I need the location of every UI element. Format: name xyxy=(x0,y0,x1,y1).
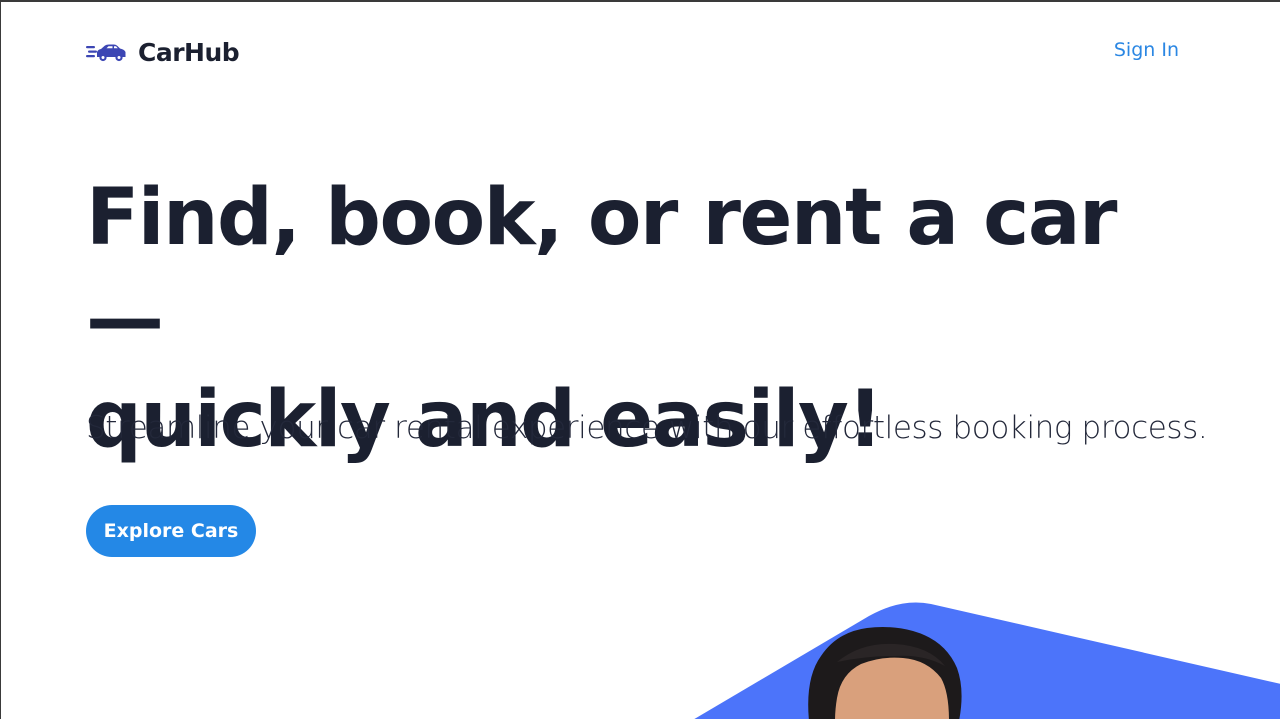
hero-illustration xyxy=(694,602,1280,719)
fast-car-icon xyxy=(86,44,126,62)
brand-logo[interactable]: CarHub xyxy=(86,32,240,72)
hero-title-line-1: Find, book, or rent a car — xyxy=(86,173,1118,364)
navbar: CarHub Sign In xyxy=(86,32,1181,72)
brand-name: CarHub xyxy=(138,37,240,67)
page-frame: CarHub Sign In Find, book, or rent a car… xyxy=(0,0,1280,719)
sign-in-link[interactable]: Sign In xyxy=(1114,39,1179,61)
hero-blue-shape xyxy=(694,602,1280,719)
hero-subtitle: Streamline your car rental experience wi… xyxy=(86,410,1208,446)
explore-cars-button[interactable]: Explore Cars xyxy=(86,505,256,557)
